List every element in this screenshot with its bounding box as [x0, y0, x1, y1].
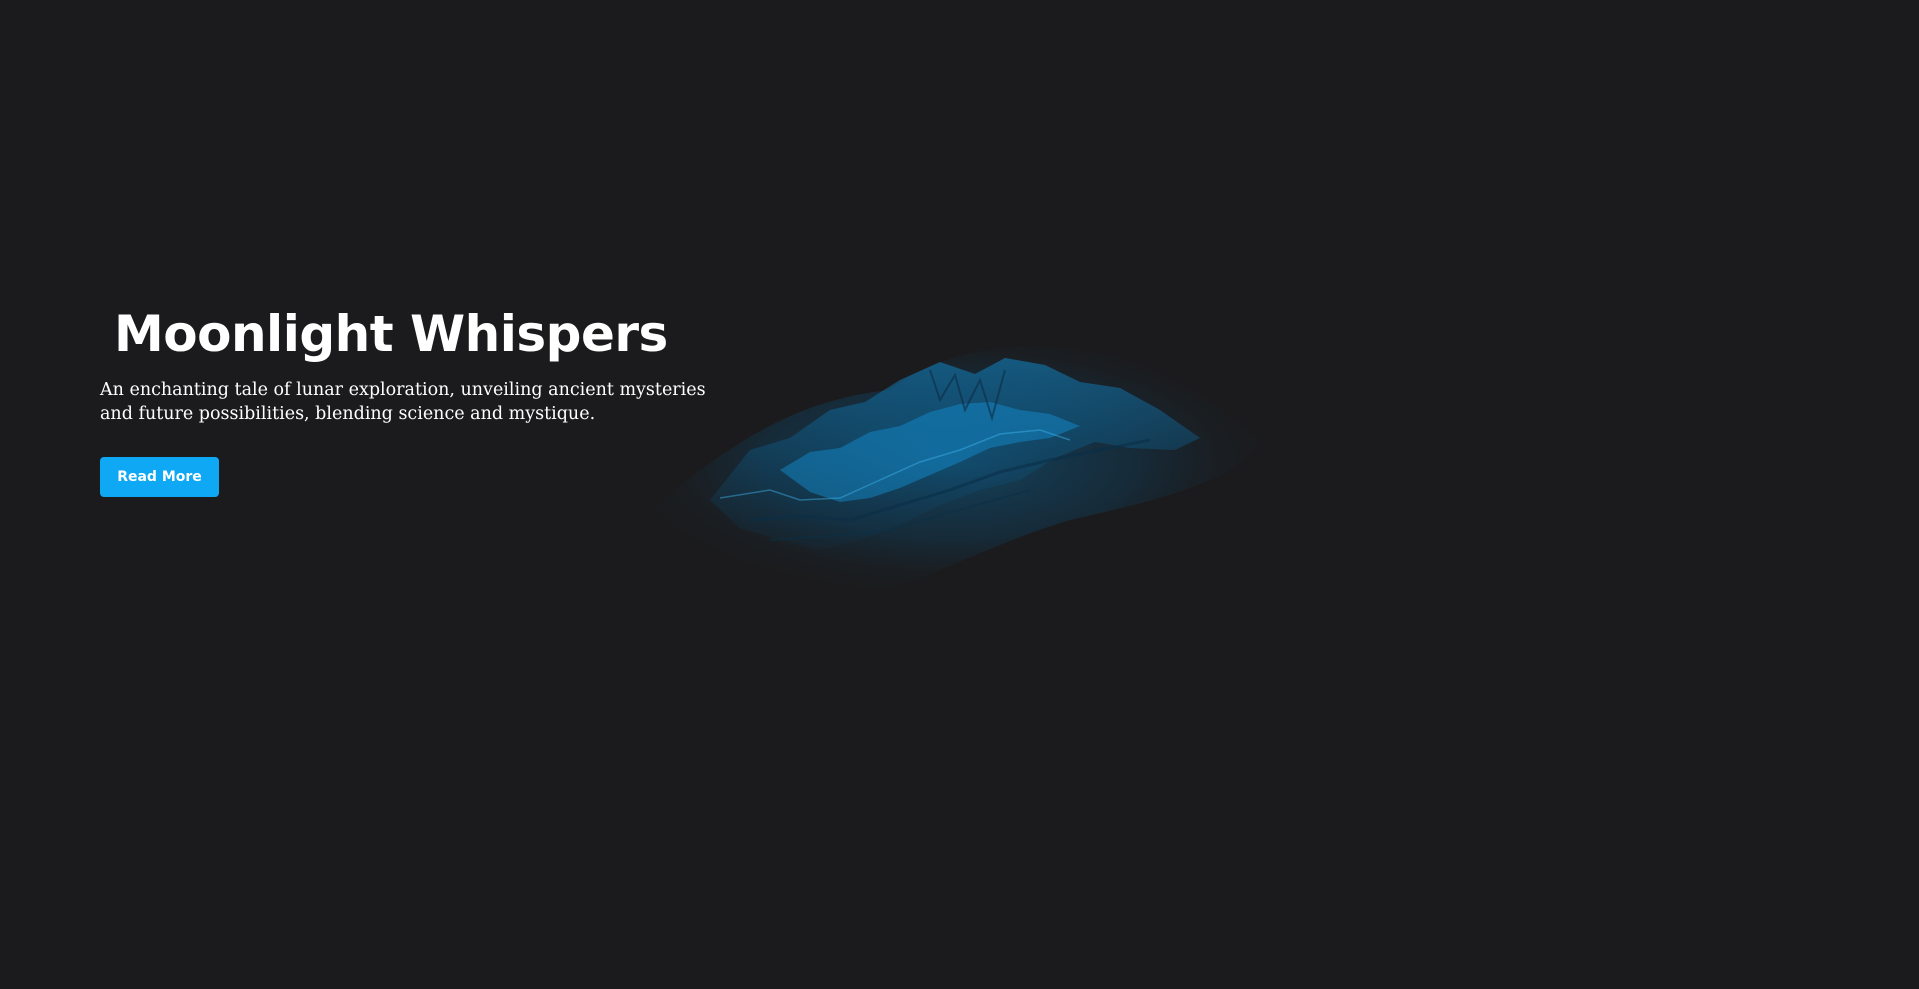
page: Moonlight Whispers An enchanting tale of…	[0, 0, 1919, 989]
read-more-button[interactable]: Read More	[100, 457, 219, 497]
hero-section: Moonlight Whispers An enchanting tale of…	[100, 300, 720, 497]
hero-description: An enchanting tale of lunar exploration,…	[100, 380, 706, 424]
hero-title: Moonlight Whispers	[114, 305, 668, 363]
